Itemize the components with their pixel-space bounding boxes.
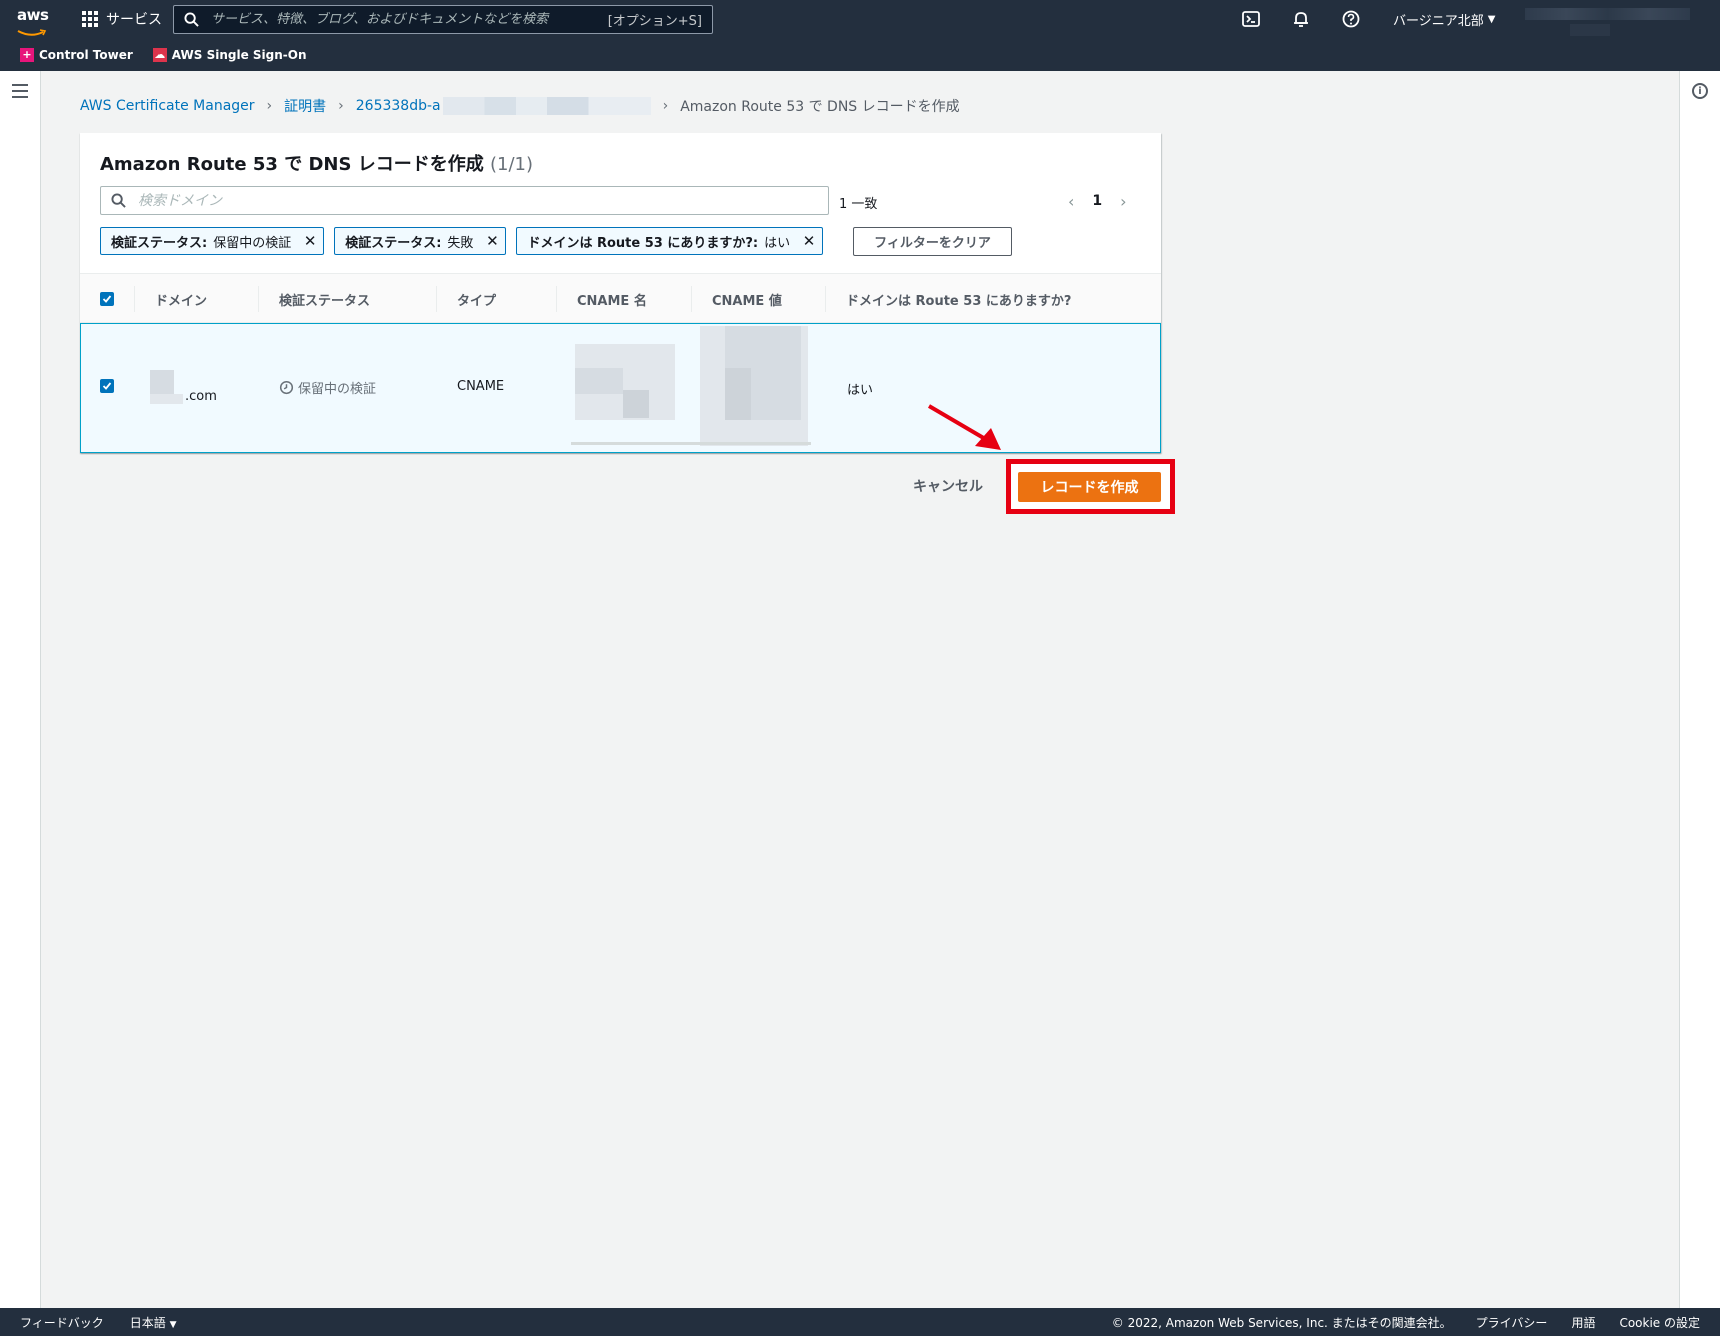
top-navigation: aws サービス [オプション+S] バージニア北部 ▼ (0, 0, 1720, 38)
horizontal-scrollbar[interactable] (571, 442, 811, 445)
breadcrumb-certificate-id-link[interactable]: 265338db-a (356, 98, 441, 114)
favorite-single-sign-on[interactable]: ☁ AWS Single Sign-On (152, 47, 307, 62)
copyright-text: © 2022, Amazon Web Services, Inc. またはその関… (1111, 1315, 1452, 1330)
selection-count: (1/1) (489, 154, 533, 175)
match-count: 1 一致 (839, 197, 878, 212)
header-cname-value[interactable]: CNAME 値 (712, 290, 782, 309)
bell-icon[interactable] (1291, 9, 1311, 29)
favorite-label: Control Tower (39, 47, 133, 62)
breadcrumb-acm-link[interactable]: AWS Certificate Manager (80, 98, 255, 114)
clear-filters-button[interactable]: フィルターをクリア (853, 227, 1012, 256)
cloudshell-icon[interactable] (1241, 9, 1261, 29)
terms-link[interactable]: 用語 (1571, 1314, 1595, 1331)
redacted-cname-name (623, 390, 649, 418)
create-records-button[interactable]: レコードを作成 (1018, 472, 1161, 502)
search-icon (111, 193, 126, 208)
favorite-label: AWS Single Sign-On (171, 47, 307, 62)
filter-value: 失敗 (447, 235, 474, 251)
filter-key: 検証ステータス: (111, 235, 208, 251)
checkmark-icon (102, 295, 112, 303)
global-search-box[interactable]: [オプション+S] (173, 5, 713, 34)
panel-title-text: Amazon Route 53 で DNS レコードを作成 (100, 154, 484, 175)
header-in-route53[interactable]: ドメインは Route 53 にありますか? (846, 290, 1071, 309)
search-icon (184, 12, 199, 27)
breadcrumb: AWS Certificate Manager › 証明書 › 265338db… (80, 96, 960, 116)
header-type[interactable]: タイプ (457, 290, 496, 309)
breadcrumb-certificates-link[interactable]: 証明書 (284, 96, 326, 116)
table-header: ドメイン 検証ステータス タイプ CNAME 名 CNAME 値 ドメインは R… (80, 273, 1161, 323)
redacted-domain (150, 394, 183, 404)
previous-page-icon[interactable]: ‹ (1068, 192, 1074, 211)
aws-logo-text: aws (17, 6, 49, 24)
page-title: Amazon Route 53 で DNS レコードを作成 (1/1) (100, 150, 533, 176)
in-route53-value: はい (847, 383, 874, 398)
feedback-link[interactable]: フィードバック (20, 1314, 104, 1331)
favorites-bar: + Control Tower ☁ AWS Single Sign-On (0, 38, 1720, 71)
filter-token-route53: ドメインは Route 53 にありますか?: はい ✕ (516, 227, 824, 255)
aws-logo[interactable]: aws (17, 6, 53, 36)
next-page-icon[interactable]: › (1120, 192, 1126, 211)
domain-suffix: .com (185, 389, 217, 404)
redacted-cname-value (725, 368, 751, 420)
domain-search-input[interactable] (136, 191, 828, 210)
aws-smile-icon (17, 29, 47, 36)
chevron-right-icon: › (662, 98, 669, 114)
account-menu-blur (1570, 24, 1610, 36)
account-menu[interactable] (1525, 8, 1690, 20)
pagination: ‹ 1 › (1068, 189, 1127, 213)
services-menu-button[interactable]: サービス (82, 0, 162, 38)
footer: フィードバック 日本語 ▼ © 2022, Amazon Web Service… (0, 1308, 1720, 1336)
close-icon[interactable]: ✕ (303, 232, 317, 250)
filter-key: 検証ステータス: (345, 235, 442, 251)
header-domain[interactable]: ドメイン (155, 290, 207, 309)
header-cname-name[interactable]: CNAME 名 (577, 290, 647, 309)
language-label: 日本語 (129, 1315, 166, 1330)
clock-icon (279, 380, 294, 395)
status-text: 保留中の検証 (298, 382, 377, 397)
grid-icon (82, 10, 99, 28)
select-all-checkbox[interactable] (100, 292, 114, 306)
single-sign-on-icon: ☁ (152, 47, 167, 62)
cookie-settings-link[interactable]: Cookie の設定 (1619, 1314, 1700, 1331)
filter-value: はい (764, 235, 791, 251)
close-icon[interactable]: ✕ (802, 232, 816, 250)
control-tower-icon: + (20, 47, 34, 62)
services-label: サービス (106, 12, 162, 28)
filter-key: ドメインは Route 53 にありますか?: (527, 235, 759, 251)
row-checkbox[interactable] (100, 379, 114, 393)
region-selector[interactable]: バージニア北部 ▼ (1393, 0, 1495, 38)
redacted-certificate-id (442, 97, 651, 115)
redacted-domain (150, 370, 174, 394)
filter-token-failed: 検証ステータス: 失敗 ✕ (334, 227, 507, 255)
breadcrumb-current: Amazon Route 53 で DNS レコードを作成 (680, 99, 960, 115)
close-icon[interactable]: ✕ (485, 232, 499, 250)
region-label: バージニア北部 (1393, 13, 1484, 29)
tools-panel-strip (1679, 71, 1720, 1308)
chevron-right-icon: › (338, 98, 344, 114)
search-shortcut-hint: [オプション+S] (607, 14, 702, 29)
caret-down-icon: ▼ (169, 1319, 177, 1330)
filter-value: 保留中の検証 (213, 235, 292, 251)
privacy-link[interactable]: プライバシー (1476, 1314, 1548, 1331)
filter-token-pending: 検証ステータス: 保留中の検証 ✕ (100, 227, 325, 255)
annotation-arrow-icon (927, 404, 1001, 450)
current-page-number[interactable]: 1 (1092, 193, 1102, 209)
help-icon[interactable] (1341, 9, 1361, 29)
checkmark-icon (102, 382, 112, 390)
caret-down-icon: ▼ (1487, 13, 1496, 25)
record-type: CNAME (457, 379, 505, 394)
side-navigation-strip (0, 71, 41, 1308)
chevron-right-icon: › (266, 98, 273, 114)
hamburger-menu-icon[interactable] (12, 84, 28, 98)
info-icon[interactable]: i (1692, 83, 1708, 99)
validation-status: 保留中の検証 (279, 378, 376, 397)
header-validation-status[interactable]: 検証ステータス (279, 290, 370, 309)
global-search-input[interactable] (209, 11, 608, 28)
cancel-button[interactable]: キャンセル (913, 476, 983, 496)
domain-search-box[interactable] (100, 186, 829, 215)
redacted-cname-name (575, 368, 623, 394)
filter-tokens: 検証ステータス: 保留中の検証 ✕ 検証ステータス: 失敗 ✕ ドメインは Ro… (100, 227, 1012, 256)
favorite-control-tower[interactable]: + Control Tower (20, 47, 133, 62)
language-selector[interactable]: 日本語 ▼ (130, 1314, 177, 1331)
